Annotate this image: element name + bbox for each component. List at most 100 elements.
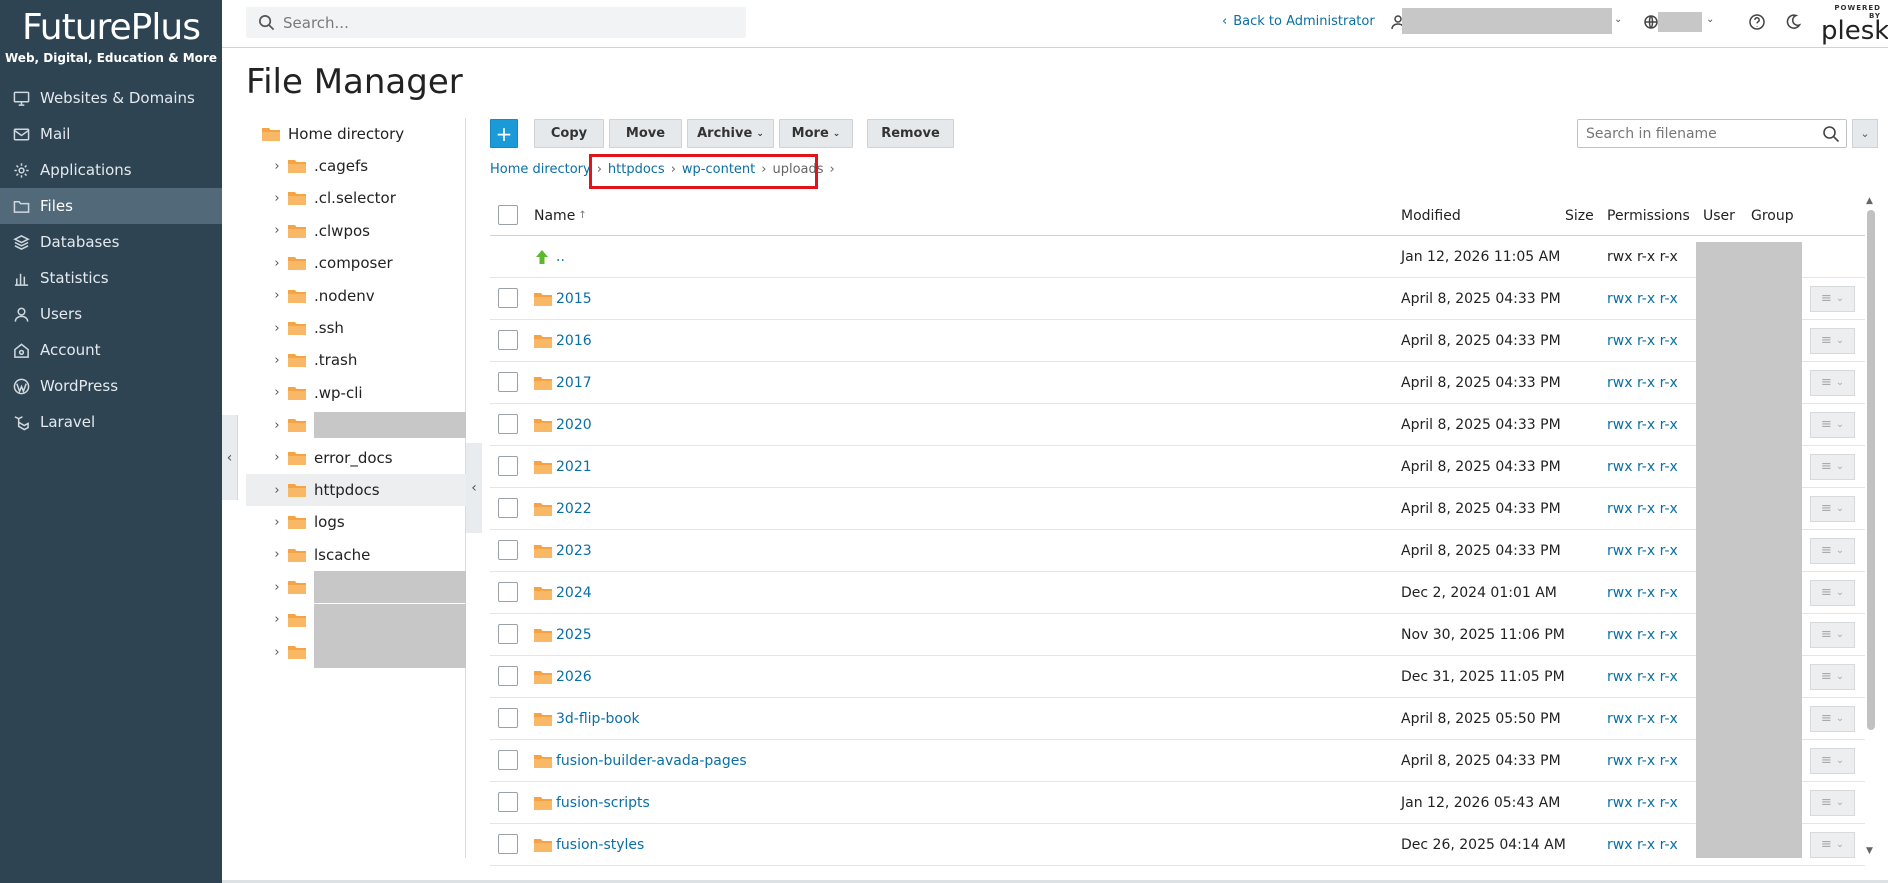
- row-actions-menu[interactable]: ≡ ⌄: [1810, 411, 1855, 438]
- file-name[interactable]: 2015: [556, 291, 592, 307]
- dark-mode-icon[interactable]: [1784, 13, 1804, 33]
- permissions-link[interactable]: rwx r-x r-x: [1607, 333, 1678, 349]
- tree-item-dot-clwpos[interactable]: › .clwpos: [246, 215, 466, 247]
- tree-item-redacted[interactable]: ›: [246, 409, 466, 441]
- chevron-right-icon[interactable]: ›: [270, 288, 284, 303]
- column-header-user[interactable]: User: [1703, 208, 1735, 224]
- table-row[interactable]: 2016 April 8, 2025 04:33 PM rwx r-x r-x ≡ ⌄: [490, 320, 1865, 362]
- row-checkbox[interactable]: [498, 792, 518, 812]
- row-checkbox[interactable]: [498, 498, 518, 518]
- column-header-permissions[interactable]: Permissions: [1607, 208, 1690, 224]
- tree-item-redacted[interactable]: ›: [246, 571, 466, 604]
- file-name[interactable]: 2020: [556, 417, 592, 433]
- column-header-modified[interactable]: Modified: [1401, 208, 1461, 224]
- row-checkbox[interactable]: [498, 540, 518, 560]
- search-options-button[interactable]: ⌄: [1852, 119, 1878, 148]
- more-button[interactable]: More ⌄: [779, 119, 853, 148]
- tree-item-dot-ssh[interactable]: › .ssh: [246, 312, 466, 344]
- chevron-right-icon[interactable]: ›: [270, 450, 284, 465]
- sidebar-item-databases[interactable]: Databases: [0, 224, 222, 260]
- back-to-administrator-link[interactable]: ‹ Back to Administrator: [1222, 14, 1375, 29]
- sidebar-item-applications[interactable]: Applications: [0, 152, 222, 188]
- table-row[interactable]: 2021 April 8, 2025 04:33 PM rwx r-x r-x ≡ ⌄: [490, 446, 1865, 488]
- tree-item-dot-trash[interactable]: › .trash: [246, 344, 466, 376]
- add-button[interactable]: +: [490, 119, 518, 148]
- permissions-link[interactable]: rwx r-x r-x: [1607, 711, 1678, 727]
- vertical-scrollbar[interactable]: ▲ ▼: [1866, 196, 1876, 856]
- select-all-checkbox[interactable]: [498, 205, 518, 225]
- table-row-parent[interactable]: .. Jan 12, 2026 11:05 AM rwx r-x r-x: [490, 236, 1865, 278]
- file-name-link[interactable]: 2015: [534, 291, 592, 307]
- row-checkbox[interactable]: [498, 414, 518, 434]
- tree-collapse-button[interactable]: ‹: [466, 443, 482, 533]
- row-actions-menu[interactable]: ≡ ⌄: [1810, 453, 1855, 480]
- column-header-size[interactable]: Size: [1565, 208, 1594, 224]
- file-name[interactable]: fusion-styles: [556, 837, 644, 853]
- sidebar-item-files[interactable]: Files: [0, 188, 222, 224]
- file-name[interactable]: 2016: [556, 333, 592, 349]
- table-row[interactable]: 2020 April 8, 2025 04:33 PM rwx r-x r-x ≡ ⌄: [490, 404, 1865, 446]
- row-checkbox[interactable]: [498, 750, 518, 770]
- tree-item-dot-cagefs[interactable]: › .cagefs: [246, 150, 466, 182]
- chevron-right-icon[interactable]: ›: [270, 515, 284, 530]
- file-name[interactable]: 3d-flip-book: [556, 711, 640, 727]
- file-name-link[interactable]: 2021: [534, 459, 592, 475]
- file-name-link[interactable]: fusion-styles: [534, 837, 644, 853]
- tree-item-dot-cl.selector[interactable]: › .cl.selector: [246, 182, 466, 214]
- row-actions-menu[interactable]: ≡ ⌄: [1810, 537, 1855, 564]
- row-actions-menu[interactable]: ≡ ⌄: [1810, 663, 1855, 690]
- tree-item-error_docs[interactable]: › error_docs: [246, 442, 466, 474]
- chevron-right-icon[interactable]: ›: [270, 580, 284, 595]
- chevron-right-icon[interactable]: ›: [270, 645, 284, 660]
- permissions-link[interactable]: rwx r-x r-x: [1607, 627, 1678, 643]
- column-header-group[interactable]: Group: [1751, 208, 1794, 224]
- file-name[interactable]: 2022: [556, 501, 592, 517]
- row-actions-menu[interactable]: ≡ ⌄: [1810, 705, 1855, 732]
- tree-item-httpdocs[interactable]: › httpdocs: [246, 474, 466, 506]
- chevron-right-icon[interactable]: ›: [270, 547, 284, 562]
- file-name-link[interactable]: 2022: [534, 501, 592, 517]
- tree-item-redacted[interactable]: ›: [246, 603, 466, 636]
- user-menu[interactable]: [1402, 8, 1612, 34]
- file-name-link[interactable]: 2024: [534, 585, 592, 601]
- sidebar-item-statistics[interactable]: Statistics: [0, 260, 222, 296]
- table-row[interactable]: 2025 Nov 30, 2025 11:06 PM rwx r-x r-x ≡ ⌄: [490, 614, 1865, 656]
- chevron-right-icon[interactable]: ›: [270, 612, 284, 627]
- row-checkbox[interactable]: [498, 288, 518, 308]
- column-header-name[interactable]: Name ↑: [534, 208, 587, 224]
- row-checkbox[interactable]: [498, 834, 518, 854]
- row-actions-menu[interactable]: ≡ ⌄: [1810, 831, 1855, 858]
- breadcrumb-home-directory[interactable]: Home directory: [490, 162, 591, 177]
- chevron-right-icon[interactable]: ›: [270, 159, 284, 174]
- permissions-link[interactable]: rwx r-x r-x: [1607, 501, 1678, 517]
- table-row[interactable]: fusion-scripts Jan 12, 2026 05:43 AM rwx r…: [490, 782, 1865, 824]
- file-name[interactable]: 2017: [556, 375, 592, 391]
- table-row[interactable]: 2015 April 8, 2025 04:33 PM rwx r-x r-x ≡ ⌄: [490, 278, 1865, 320]
- chevron-right-icon[interactable]: ›: [270, 223, 284, 238]
- row-actions-menu[interactable]: ≡ ⌄: [1810, 789, 1855, 816]
- row-actions-menu[interactable]: ≡ ⌄: [1810, 579, 1855, 606]
- move-button[interactable]: Move: [609, 119, 682, 148]
- permissions-link[interactable]: rwx r-x r-x: [1607, 417, 1678, 433]
- permissions-link[interactable]: rwx r-x r-x: [1607, 543, 1678, 559]
- chevron-right-icon[interactable]: ›: [270, 321, 284, 336]
- sidebar-item-laravel[interactable]: Laravel: [0, 404, 222, 440]
- tree-item-dot-composer[interactable]: › .composer: [246, 247, 466, 279]
- file-name-link[interactable]: fusion-builder-avada-pages: [534, 753, 747, 769]
- row-checkbox[interactable]: [498, 330, 518, 350]
- file-name[interactable]: 2024: [556, 585, 592, 601]
- sidebar-item-wordpress[interactable]: WordPress: [0, 368, 222, 404]
- scrollbar-thumb[interactable]: [1867, 210, 1875, 730]
- file-name-link[interactable]: fusion-scripts: [534, 795, 650, 811]
- tree-item-home-directory[interactable]: Home directory: [246, 118, 466, 150]
- file-name-link[interactable]: 2023: [534, 543, 592, 559]
- permissions-link[interactable]: rwx r-x r-x: [1607, 459, 1678, 475]
- row-checkbox[interactable]: [498, 372, 518, 392]
- chevron-right-icon[interactable]: ›: [270, 353, 284, 368]
- chevron-right-icon[interactable]: ›: [270, 191, 284, 206]
- parent-directory-link[interactable]: ..: [534, 249, 565, 265]
- global-search-input[interactable]: Search...: [246, 7, 746, 38]
- table-row[interactable]: 2017 April 8, 2025 04:33 PM rwx r-x r-x ≡ ⌄: [490, 362, 1865, 404]
- row-actions-menu[interactable]: ≡ ⌄: [1810, 747, 1855, 774]
- row-checkbox[interactable]: [498, 582, 518, 602]
